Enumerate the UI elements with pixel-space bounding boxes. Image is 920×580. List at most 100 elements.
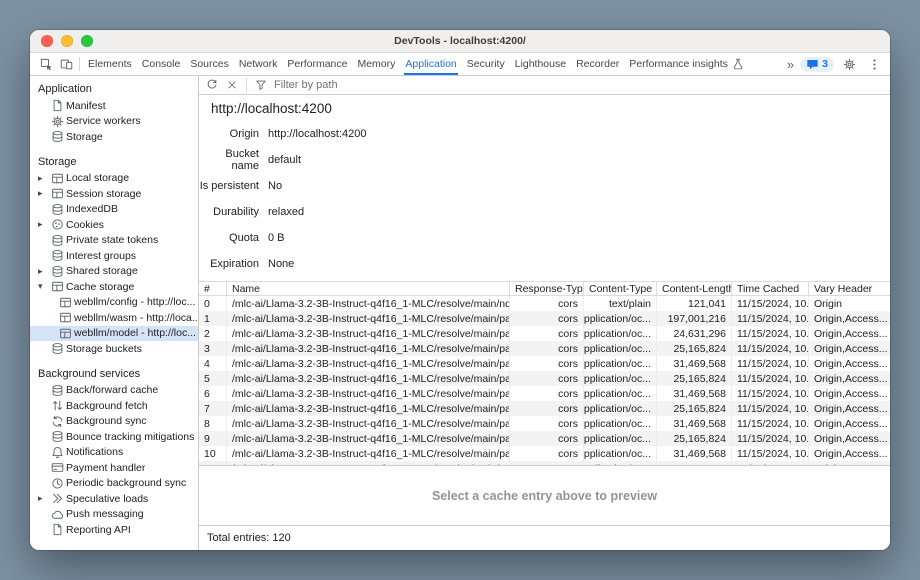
cell-time-cached: 11/15/2024, 10... (732, 311, 809, 326)
cache-entry-row-4[interactable]: 4/mlc-ai/Llama-3.2-3B-Instruct-q4f16_1-M… (199, 356, 890, 371)
sidebar-item-cookies[interactable]: ▸ Cookies (30, 217, 198, 233)
devtools-content: ApplicationManifestService workersStorag… (30, 76, 890, 550)
database-icon (48, 249, 66, 262)
sidebar-item-label: webllm/model - http://loc... (74, 327, 196, 339)
sidebar-item-notifications[interactable]: Notifications (30, 445, 198, 461)
sidebar-item-reporting-api[interactable]: Reporting API (30, 522, 198, 538)
sidebar-item-label: Notifications (66, 446, 123, 458)
more-tabs-button[interactable]: » (786, 58, 795, 71)
kebab-menu-icon[interactable] (864, 55, 884, 73)
chevron-right-icon[interactable]: ▸ (38, 267, 48, 276)
cell-content-length: 25,165,824 (657, 431, 732, 446)
cell-content-type: application/oc... (584, 356, 657, 371)
cache-entry-row-1[interactable]: 1/mlc-ai/Llama-3.2-3B-Instruct-q4f16_1-M… (199, 311, 890, 326)
column-header-content-length[interactable]: Content-Length (657, 282, 732, 295)
meta-label: Expiration (199, 258, 259, 270)
sidebar-item-indexeddb[interactable]: IndexedDB (30, 202, 198, 218)
cache-entry-row-6[interactable]: 6/mlc-ai/Llama-3.2-3B-Instruct-q4f16_1-M… (199, 386, 890, 401)
cache-entry-row-2[interactable]: 2/mlc-ai/Llama-3.2-3B-Instruct-q4f16_1-M… (199, 326, 890, 341)
sidebar-item-shared-storage[interactable]: ▸Shared storage (30, 264, 198, 280)
tab-memory[interactable]: Memory (352, 53, 400, 75)
database-icon (48, 265, 66, 278)
tab-performance-insights[interactable]: Performance insights (624, 53, 749, 75)
column-header-time-cached[interactable]: Time Cached (732, 282, 809, 295)
cell-name: /mlc-ai/Llama-3.2-3B-Instruct-q4f16_1-ML… (227, 401, 510, 416)
chevron-down-icon[interactable]: ▾ (38, 282, 48, 291)
sidebar-item-back-forward-cache[interactable]: Back/forward cache (30, 383, 198, 399)
sidebar-item-push-messaging[interactable]: Push messaging (30, 507, 198, 523)
chevron-right-icon[interactable]: ▸ (38, 189, 48, 198)
cookie-icon (48, 218, 66, 231)
minimize-window-button[interactable] (61, 35, 73, 47)
close-window-button[interactable] (41, 35, 53, 47)
cache-entry-row-0[interactable]: 0/mlc-ai/Llama-3.2-3B-Instruct-q4f16_1-M… (199, 296, 890, 311)
column-header-response-type[interactable]: Response-Type (510, 282, 584, 295)
sidebar-item-background-fetch[interactable]: Background fetch (30, 398, 198, 414)
column-header-index[interactable]: # (199, 282, 227, 295)
sidebar-item-background-sync[interactable]: Background sync (30, 414, 198, 430)
tab-application[interactable]: Application (400, 53, 461, 75)
table-icon (48, 172, 66, 185)
chevron-right-icon[interactable]: ▸ (38, 174, 48, 183)
sidebar-item-webllm-model-http-loc[interactable]: webllm/model - http://loc... (30, 326, 198, 342)
cell-time-cached: 11/15/2024, 10... (732, 326, 809, 341)
cell-response-type: cors (510, 371, 584, 386)
feedback-badge[interactable]: 3 (800, 57, 834, 72)
column-header-name[interactable]: Name (227, 282, 510, 295)
cache-entry-row-5[interactable]: 5/mlc-ai/Llama-3.2-3B-Instruct-q4f16_1-M… (199, 371, 890, 386)
sidebar-item-webllm-wasm-http-loca[interactable]: webllm/wasm - http://loca... (30, 310, 198, 326)
fullscreen-window-button[interactable] (81, 35, 93, 47)
cache-entry-row-7[interactable]: 7/mlc-ai/Llama-3.2-3B-Instruct-q4f16_1-M… (199, 401, 890, 416)
cache-entry-row-10[interactable]: 10/mlc-ai/Llama-3.2-3B-Instruct-q4f16_1-… (199, 446, 890, 461)
table-icon (56, 311, 74, 324)
chevron-right-icon[interactable]: ▸ (38, 494, 48, 503)
table-icon (56, 296, 74, 309)
database-icon (48, 430, 66, 443)
cell-name: /mlc-ai/Llama-3.2-3B-Instruct-q4f16_1-ML… (227, 311, 510, 326)
delete-selected-icon[interactable] (223, 77, 241, 93)
tab-label: Application (405, 58, 456, 70)
filter-by-path-input[interactable]: Filter by path (274, 79, 338, 91)
cache-entry-row-8[interactable]: 8/mlc-ai/Llama-3.2-3B-Instruct-q4f16_1-M… (199, 416, 890, 431)
sidebar-item-cache-storage[interactable]: ▾Cache storage (30, 279, 198, 295)
cache-entry-row-9[interactable]: 9/mlc-ai/Llama-3.2-3B-Instruct-q4f16_1-M… (199, 431, 890, 446)
sidebar-item-interest-groups[interactable]: Interest groups (30, 248, 198, 264)
window-titlebar[interactable]: DevTools - localhost:4200/ (30, 30, 890, 53)
sidebar-item-local-storage[interactable]: ▸Local storage (30, 171, 198, 187)
sidebar-item-periodic-background-sync[interactable]: Periodic background sync (30, 476, 198, 492)
cell-vary-header: Origin (809, 296, 890, 311)
settings-gear-icon[interactable] (839, 55, 859, 73)
tab-sources[interactable]: Sources (185, 53, 234, 75)
column-header-vary-header[interactable]: Vary Header (809, 282, 890, 295)
sidebar-item-label: Cookies (66, 219, 104, 231)
sidebar-item-label: Private state tokens (66, 234, 158, 246)
sidebar-item-manifest[interactable]: Manifest (30, 98, 198, 114)
sidebar-item-session-storage[interactable]: ▸Session storage (30, 186, 198, 202)
cache-entry-row-3[interactable]: 3/mlc-ai/Llama-3.2-3B-Instruct-q4f16_1-M… (199, 341, 890, 356)
refresh-icon[interactable] (203, 77, 221, 93)
sidebar-item-speculative-loads[interactable]: ▸Speculative loads (30, 491, 198, 507)
filter-icon[interactable] (252, 77, 270, 93)
sidebar-item-storage-buckets[interactable]: Storage buckets (30, 341, 198, 357)
tab-recorder[interactable]: Recorder (571, 53, 624, 75)
tab-console[interactable]: Console (137, 53, 186, 75)
chevron-right-icon[interactable]: ▸ (38, 220, 48, 229)
sidebar-item-private-state-tokens[interactable]: Private state tokens (30, 233, 198, 249)
sidebar-item-webllm-config-http-loc[interactable]: webllm/config - http://loc... (30, 295, 198, 311)
sidebar-item-bounce-tracking-mitigations[interactable]: Bounce tracking mitigations (30, 429, 198, 445)
inspect-element-icon[interactable] (36, 55, 56, 73)
tab-network[interactable]: Network (234, 53, 283, 75)
column-header-content-type[interactable]: Content-Type (584, 282, 657, 295)
cell-vary-header: Origin,Access... (809, 401, 890, 416)
tab-security[interactable]: Security (462, 53, 510, 75)
sidebar-item-storage[interactable]: Storage (30, 129, 198, 145)
cell-index: 2 (199, 326, 227, 341)
tab-elements[interactable]: Elements (83, 53, 137, 75)
device-toolbar-icon[interactable] (56, 55, 76, 73)
tab-lighthouse[interactable]: Lighthouse (510, 53, 571, 75)
cell-time-cached: 11/15/2024, 10... (732, 296, 809, 311)
card-icon (48, 461, 66, 474)
tab-performance[interactable]: Performance (282, 53, 352, 75)
sidebar-item-service-workers[interactable]: Service workers (30, 114, 198, 130)
sidebar-item-payment-handler[interactable]: Payment handler (30, 460, 198, 476)
